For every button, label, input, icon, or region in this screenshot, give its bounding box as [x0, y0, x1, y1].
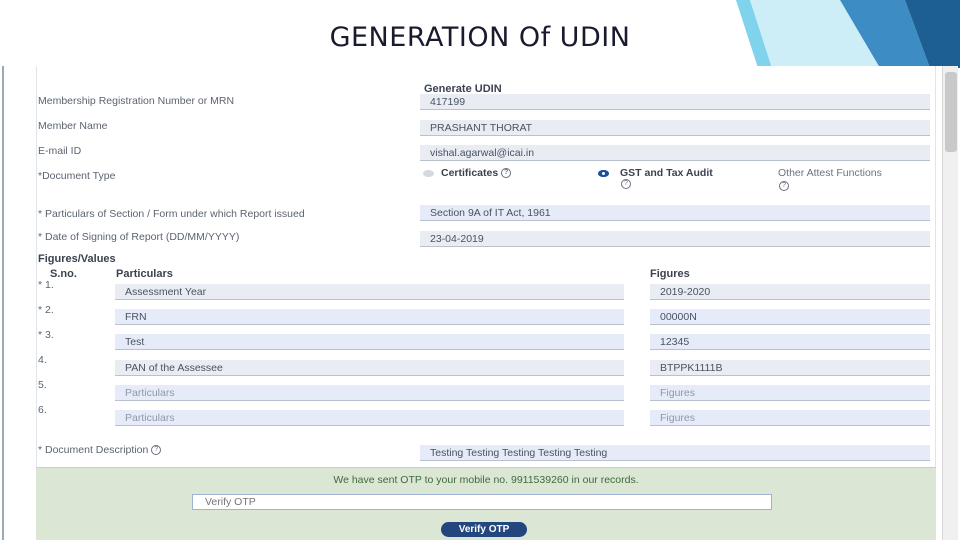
document-type-label: *Document Type — [38, 170, 116, 182]
figure-row-sno: * 3. — [38, 329, 54, 341]
mrn-field[interactable]: 417199 — [420, 94, 930, 110]
question-circle-icon[interactable]: ? — [151, 445, 162, 456]
radio-certificates[interactable] — [423, 170, 434, 177]
email-field[interactable]: vishal.agarwal@icai.in — [420, 145, 930, 161]
radio-other-attest-label[interactable]: Other Attest Functions — [778, 167, 882, 179]
date-signing-label: * Date of Signing of Report (DD/MM/YYYY) — [38, 231, 240, 243]
figure-row-value[interactable]: BTPPK1111B — [650, 360, 930, 376]
figure-row-value[interactable]: Figures — [650, 410, 930, 426]
figure-row-sno: * 1. — [38, 279, 54, 291]
figure-row-value[interactable]: 00000N — [650, 309, 930, 325]
otp-section: We have sent OTP to your mobile no. 9911… — [36, 467, 936, 540]
figure-row-value[interactable]: Figures — [650, 385, 930, 401]
radio-gst-tax-audit[interactable] — [598, 170, 609, 177]
particulars-section-label: * Particulars of Section / Form under wh… — [38, 208, 305, 220]
verify-otp-button[interactable]: Verify OTP — [441, 522, 527, 537]
figure-row-value[interactable]: 12345 — [650, 334, 930, 350]
question-circle-icon[interactable]: ? — [501, 168, 512, 179]
slide-title: GENERATION Of UDIN — [329, 22, 631, 53]
figure-row-sno: * 2. — [38, 304, 54, 316]
question-circle-icon[interactable]: ? — [621, 179, 631, 189]
corner-decoration — [730, 0, 960, 68]
otp-input[interactable] — [192, 494, 772, 510]
mrn-label: Membership Registration Number or MRN — [38, 95, 235, 107]
figure-row-sno: 6. — [38, 404, 47, 416]
particulars-section-field[interactable]: Section 9A of IT Act, 1961 — [420, 205, 930, 221]
figure-row-particular[interactable]: FRN — [115, 309, 624, 325]
member-name-field[interactable]: PRASHANT THORAT — [420, 120, 930, 136]
figure-row-value[interactable]: 2019-2020 — [650, 284, 930, 300]
radio-certificates-label: Certificates ? — [441, 167, 512, 179]
particulars-column-header: Particulars — [116, 268, 173, 280]
figure-row-particular[interactable]: Particulars — [115, 410, 624, 426]
document-description-label: * Document Description ? — [38, 444, 162, 456]
sno-column-header: S.no. — [50, 268, 77, 280]
otp-message: We have sent OTP to your mobile no. 9911… — [333, 474, 639, 486]
email-label: E-mail ID — [38, 145, 82, 157]
question-circle-icon[interactable]: ? — [779, 181, 789, 191]
date-signing-field[interactable]: 23-04-2019 — [420, 231, 930, 247]
figures-column-header: Figures — [650, 268, 690, 280]
figure-row-particular[interactable]: Particulars — [115, 385, 624, 401]
figure-row-sno: 5. — [38, 379, 47, 391]
member-name-label: Member Name — [38, 120, 108, 132]
scrollbar-thumb[interactable] — [945, 72, 957, 152]
figure-row-particular[interactable]: Test — [115, 334, 624, 350]
figure-row-sno: 4. — [38, 354, 47, 366]
figures-values-title: Figures/Values — [38, 253, 116, 265]
figure-row-particular[interactable]: PAN of the Assessee — [115, 360, 624, 376]
figure-row-particular[interactable]: Assessment Year — [115, 284, 624, 300]
scrollbar[interactable] — [942, 66, 958, 540]
document-description-field[interactable]: Testing Testing Testing Testing Testing — [420, 445, 930, 461]
udin-screenshot: Generate UDIN Membership Registration Nu… — [2, 66, 958, 540]
radio-gst-label: GST and Tax Audit — [620, 167, 713, 179]
